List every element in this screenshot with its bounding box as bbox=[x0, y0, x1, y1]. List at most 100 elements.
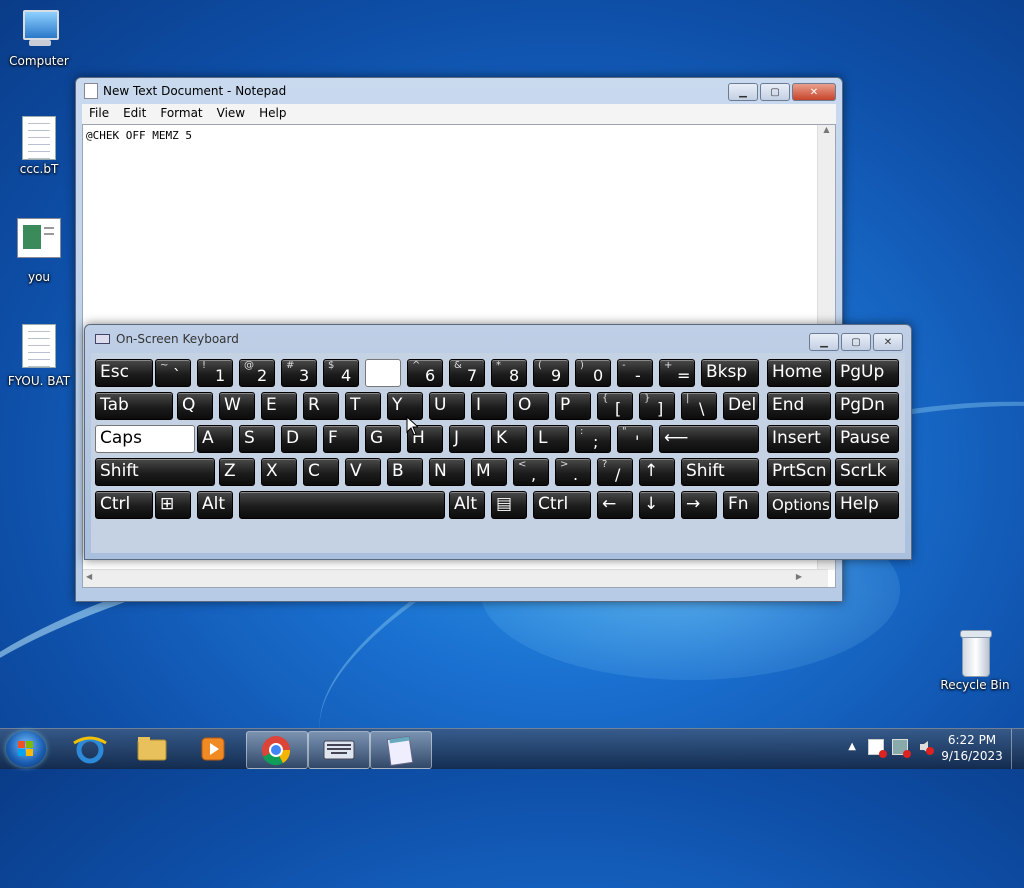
key-o[interactable]: O bbox=[513, 392, 549, 420]
desktop-icon-fyou-bat[interactable]: FYOU. BAT bbox=[1, 324, 77, 388]
key-symbol[interactable]: + = bbox=[659, 359, 695, 387]
key-help[interactable]: Help bbox=[835, 491, 899, 519]
key-symbol[interactable]: ⊞ bbox=[155, 491, 191, 519]
key-k[interactable]: K bbox=[491, 425, 527, 453]
show-desktop-button[interactable] bbox=[1011, 729, 1024, 769]
key-symbol[interactable]: :; bbox=[575, 425, 611, 453]
key-del[interactable]: Del bbox=[723, 392, 759, 420]
key-g[interactable]: G bbox=[365, 425, 401, 453]
key-1[interactable]: ! 1 bbox=[197, 359, 233, 387]
menu-edit[interactable]: Edit bbox=[116, 104, 153, 124]
minimize-button[interactable]: ▁ bbox=[728, 83, 758, 101]
key-i[interactable]: I bbox=[471, 392, 507, 420]
key-j[interactable]: J bbox=[449, 425, 485, 453]
key-6[interactable]: ^ 6 bbox=[407, 359, 443, 387]
key-prtscn[interactable]: PrtScn bbox=[767, 458, 831, 486]
key-p[interactable]: P bbox=[555, 392, 591, 420]
osk-titlebar[interactable]: On-Screen Keyboard bbox=[85, 325, 911, 353]
key-symbol[interactable]: ↓ bbox=[639, 491, 675, 519]
key-options[interactable]: Options bbox=[767, 491, 831, 519]
key-home[interactable]: Home bbox=[767, 359, 831, 387]
key-8[interactable]: * 8 bbox=[491, 359, 527, 387]
key-fn[interactable]: Fn bbox=[723, 491, 759, 519]
key-symbol[interactable]: {[ bbox=[597, 392, 633, 420]
desktop-icon-recycle-bin[interactable]: Recycle Bin bbox=[937, 630, 1013, 692]
key-alt[interactable]: Alt bbox=[197, 491, 233, 519]
key-symbol[interactable]: <, bbox=[513, 458, 549, 486]
key-t[interactable]: T bbox=[345, 392, 381, 420]
key-d[interactable]: D bbox=[281, 425, 317, 453]
key-m[interactable]: M bbox=[471, 458, 507, 486]
key-symbol[interactable]: >. bbox=[555, 458, 591, 486]
menu-format[interactable]: Format bbox=[153, 104, 209, 124]
minimize-button[interactable]: ▁ bbox=[809, 333, 839, 351]
key-symbol[interactable]: ~ ` bbox=[155, 359, 191, 387]
key-shift[interactable]: Shift bbox=[681, 458, 759, 486]
key-symbol[interactable]: ← bbox=[597, 491, 633, 519]
taskbar-media-player[interactable] bbox=[184, 731, 244, 767]
key-pgdn[interactable]: PgDn bbox=[835, 392, 899, 420]
show-hidden-icons-button[interactable]: ▲ bbox=[848, 741, 856, 752]
key-shift[interactable]: Shift bbox=[95, 458, 215, 486]
key-symbol[interactable]: ? / bbox=[597, 458, 633, 486]
key-symbol[interactable]: → bbox=[681, 491, 717, 519]
key-tab[interactable]: Tab bbox=[95, 392, 173, 420]
key-v[interactable]: V bbox=[345, 458, 381, 486]
action-center-icon[interactable] bbox=[868, 739, 887, 758]
key-bksp[interactable]: Bksp bbox=[701, 359, 759, 387]
key-x[interactable]: X bbox=[261, 458, 297, 486]
key-blank[interactable] bbox=[365, 359, 401, 387]
key-2[interactable]: @2 bbox=[239, 359, 275, 387]
maximize-button[interactable]: ▢ bbox=[760, 83, 790, 101]
clock[interactable]: 6:22 PM 9/16/2023 bbox=[940, 733, 1004, 763]
key-e[interactable]: E bbox=[261, 392, 297, 420]
key-b[interactable]: B bbox=[387, 458, 423, 486]
menu-help[interactable]: Help bbox=[252, 104, 293, 124]
key-ctrl[interactable]: Ctrl bbox=[95, 491, 153, 519]
key-symbol[interactable]: ↑ bbox=[639, 458, 675, 486]
horizontal-scrollbar[interactable]: ◀ ▶ bbox=[83, 569, 828, 587]
key-l[interactable]: L bbox=[533, 425, 569, 453]
menu-view[interactable]: View bbox=[210, 104, 252, 124]
key-scrlk[interactable]: ScrLk bbox=[835, 458, 899, 486]
desktop-icon-computer[interactable]: Computer bbox=[1, 8, 77, 68]
key-3[interactable]: #3 bbox=[281, 359, 317, 387]
key-alt[interactable]: Alt bbox=[449, 491, 485, 519]
key-symbol[interactable]: }] bbox=[639, 392, 675, 420]
taskbar-chrome[interactable] bbox=[246, 731, 308, 769]
key-pgup[interactable]: PgUp bbox=[835, 359, 899, 387]
key-symbol[interactable]: ⟵ bbox=[659, 425, 759, 453]
close-button[interactable]: ✕ bbox=[873, 333, 903, 351]
key-pause[interactable]: Pause bbox=[835, 425, 899, 453]
close-button[interactable]: ✕ bbox=[792, 83, 836, 101]
desktop-icon-you[interactable]: you bbox=[1, 218, 77, 284]
key-ctrl[interactable]: Ctrl bbox=[533, 491, 591, 519]
network-icon[interactable] bbox=[892, 739, 911, 758]
key-caps[interactable]: Caps bbox=[95, 425, 195, 453]
key-s[interactable]: S bbox=[239, 425, 275, 453]
key-u[interactable]: U bbox=[429, 392, 465, 420]
taskbar-on-screen-keyboard[interactable] bbox=[308, 731, 370, 769]
taskbar-internet-explorer[interactable] bbox=[60, 731, 120, 767]
volume-muted-icon[interactable] bbox=[918, 739, 934, 755]
desktop-icon-ccc[interactable]: ccc.bT bbox=[1, 116, 77, 176]
start-button[interactable] bbox=[6, 731, 46, 767]
key-q[interactable]: Q bbox=[177, 392, 213, 420]
key-z[interactable]: Z bbox=[219, 458, 255, 486]
key-4[interactable]: $4 bbox=[323, 359, 359, 387]
key-r[interactable]: R bbox=[303, 392, 339, 420]
taskbar-notepad[interactable] bbox=[370, 731, 432, 769]
key-f[interactable]: F bbox=[323, 425, 359, 453]
key-end[interactable]: End bbox=[767, 392, 831, 420]
key-7[interactable]: & 7 bbox=[449, 359, 485, 387]
maximize-button[interactable]: ▢ bbox=[841, 333, 871, 351]
key-c[interactable]: C bbox=[303, 458, 339, 486]
key-9[interactable]: (9 bbox=[533, 359, 569, 387]
taskbar-explorer[interactable] bbox=[122, 731, 182, 767]
key-symbol[interactable]: | \ bbox=[681, 392, 717, 420]
key-symbol[interactable]: ▤ bbox=[491, 491, 527, 519]
key-blank[interactable] bbox=[239, 491, 445, 519]
menu-file[interactable]: File bbox=[82, 104, 116, 124]
key-symbol[interactable]: " ' bbox=[617, 425, 653, 453]
key-esc[interactable]: Esc bbox=[95, 359, 153, 387]
